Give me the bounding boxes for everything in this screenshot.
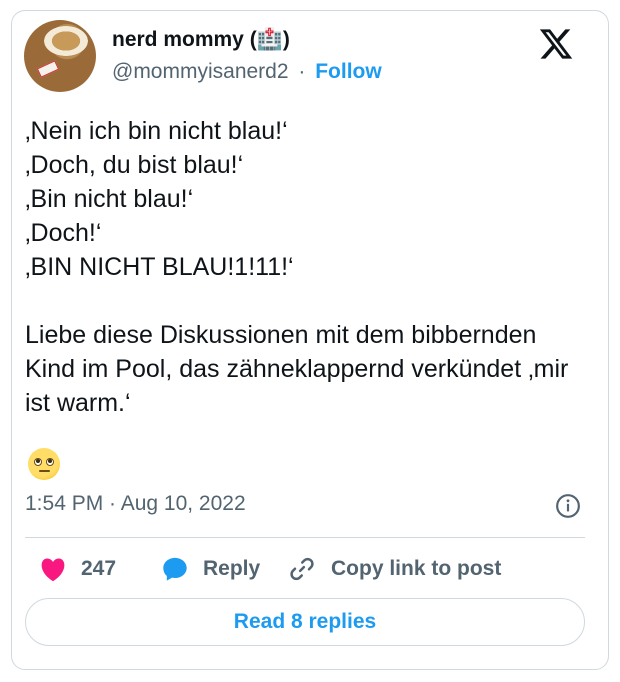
- tweet-text: ‚Nein ich bin nicht blau!‘ ‚Doch, du bis…: [25, 117, 569, 417]
- read-replies-button[interactable]: Read 8 replies: [25, 598, 585, 646]
- tweet-actions: 247 Reply Copy link to post: [25, 552, 585, 586]
- rolling-eyes-emoji-icon: [28, 448, 60, 480]
- link-icon: [290, 557, 314, 581]
- follow-button[interactable]: Follow: [315, 60, 382, 83]
- avatar-image-tag: [36, 60, 60, 78]
- copy-link-button[interactable]: Copy link to post: [287, 552, 501, 586]
- separator-dot: ·: [298, 60, 306, 83]
- reply-button[interactable]: Reply: [161, 552, 260, 586]
- author-handle[interactable]: @mommyisanerd2: [112, 60, 289, 83]
- reply-label: Reply: [203, 557, 261, 580]
- divider: [25, 537, 585, 538]
- heart-icon: [41, 558, 65, 582]
- copy-link-label: Copy link to post: [331, 557, 502, 580]
- author-handle-row: @mommyisanerd2 · Follow: [112, 60, 382, 84]
- speech-bubble-icon: [163, 557, 187, 581]
- emoji-mouth: [39, 470, 50, 472]
- like-count: 247: [81, 557, 117, 580]
- info-icon[interactable]: [555, 493, 581, 519]
- emoji-eye-left: [34, 458, 42, 466]
- author-name[interactable]: nerd mommy (🏥): [112, 28, 290, 52]
- emoji-eye-right: [46, 458, 54, 466]
- avatar[interactable]: [24, 20, 96, 92]
- avatar-image-cup: [44, 26, 88, 56]
- x-logo-icon[interactable]: [538, 26, 574, 62]
- tweet-timestamp[interactable]: 1:54 PM · Aug 10, 2022: [25, 492, 246, 516]
- like-button[interactable]: 247: [39, 552, 116, 586]
